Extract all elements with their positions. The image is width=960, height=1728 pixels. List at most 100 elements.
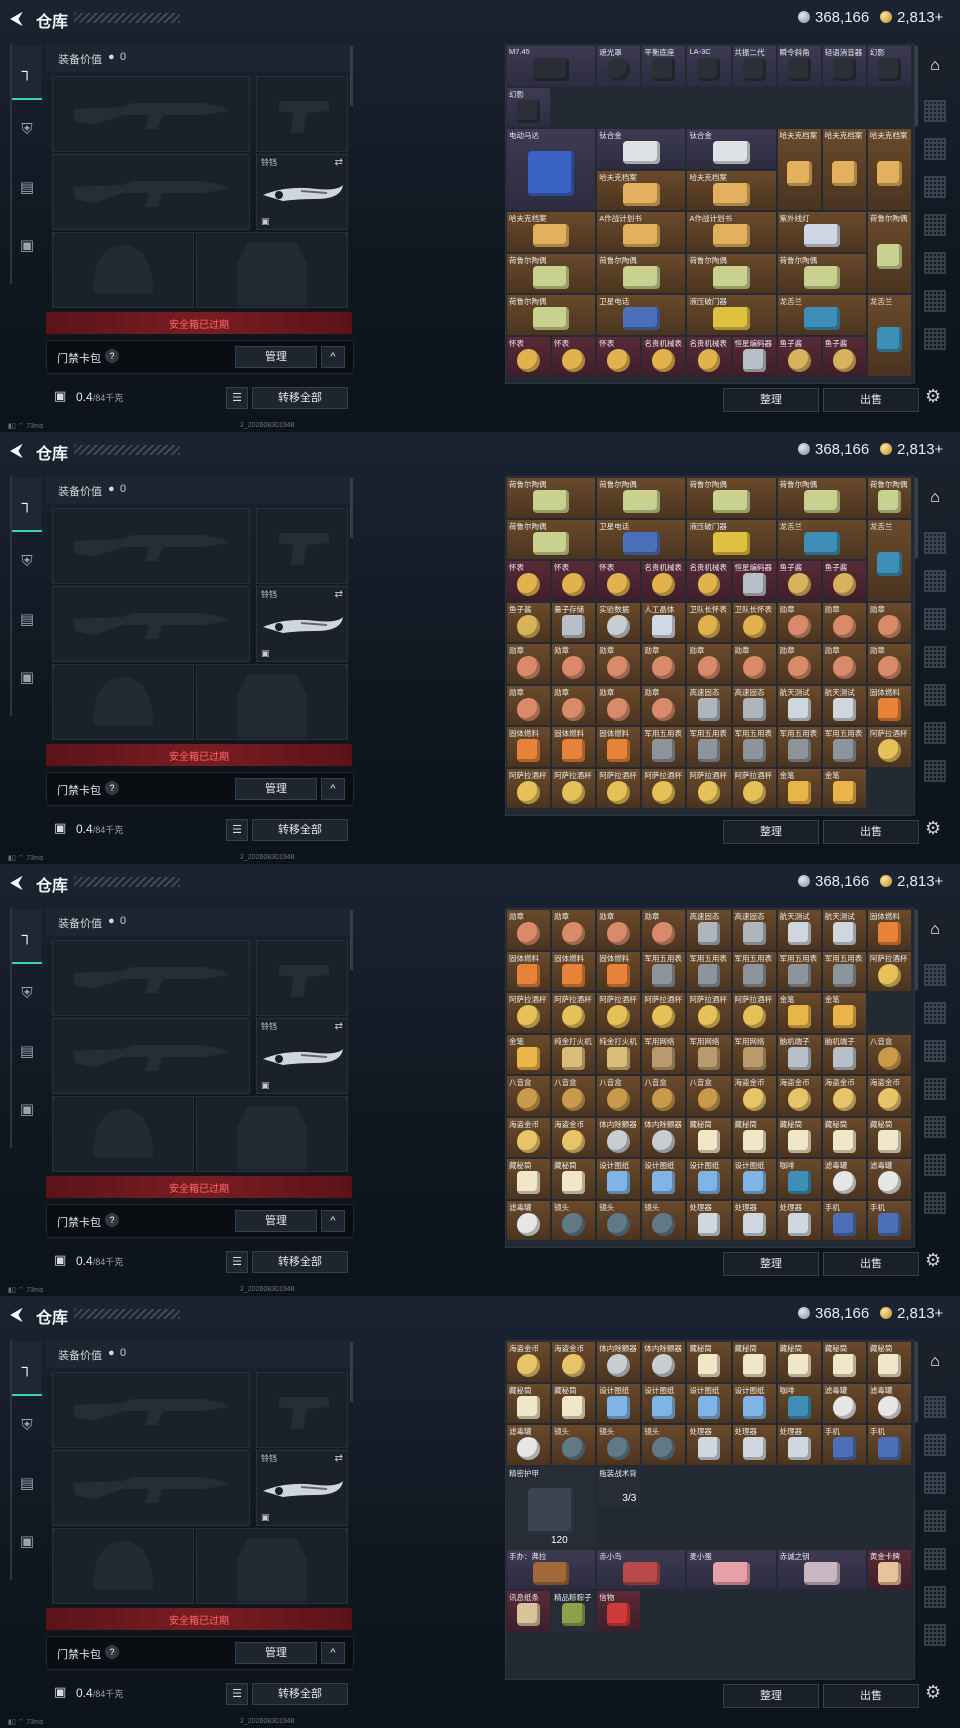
body-armor-slot[interactable]: [196, 664, 348, 740]
warehouse-item[interactable]: 勋章: [507, 910, 551, 950]
warehouse-item[interactable]: 哈夫克档案: [687, 170, 776, 210]
sell-button[interactable]: 出售: [823, 1252, 919, 1276]
warehouse-item[interactable]: 勋章: [507, 685, 551, 725]
warehouse-tab-qr-icon[interactable]: [924, 1040, 946, 1062]
help-icon[interactable]: ?: [105, 349, 119, 363]
backpack-icon[interactable]: ▤: [12, 1026, 42, 1078]
warehouse-tab-qr-icon[interactable]: [924, 1154, 946, 1176]
warehouse-item[interactable]: 瓶装战术背 3/3: [597, 1466, 641, 1506]
collapse-chevron-icon[interactable]: ^: [321, 778, 345, 800]
warehouse-item[interactable]: 龙舌兰: [867, 519, 911, 601]
body-armor-slot[interactable]: [196, 232, 348, 308]
warehouse-tab-qr-icon[interactable]: [924, 760, 946, 782]
warehouse-item[interactable]: 咖啡: [777, 1383, 821, 1423]
warehouse-item[interactable]: 设计图纸: [597, 1159, 641, 1199]
warehouse-item[interactable]: 哈夫克档案: [867, 129, 911, 210]
sort-button[interactable]: 整理: [723, 388, 819, 412]
warehouse-item[interactable]: 勋章: [552, 644, 596, 684]
warehouse-item[interactable]: 手办：弗拉: [507, 1549, 596, 1589]
warehouse-item[interactable]: 体内除颤器: [597, 1117, 641, 1157]
armor-vest-icon[interactable]: ⛨: [12, 536, 42, 588]
warehouse-item[interactable]: 勋章: [777, 644, 821, 684]
safe-box-expired-banner[interactable]: 安全箱已过期: [46, 1176, 352, 1198]
warehouse-item[interactable]: 高速固态: [732, 685, 776, 725]
warehouse-item[interactable]: 赤小鸟: [597, 1549, 686, 1589]
warehouse-item[interactable]: 金笔: [777, 993, 821, 1033]
warehouse-item[interactable]: 固体燃料: [552, 727, 596, 767]
warehouse-item[interactable]: 荷鲁尔陶偶: [687, 478, 776, 518]
armor-vest-icon[interactable]: ⛨: [12, 104, 42, 156]
warehouse-item[interactable]: 滤毒罐: [867, 1159, 911, 1199]
warehouse-item[interactable]: 军用五用表: [822, 951, 866, 991]
warehouse-item[interactable]: 怀表: [507, 561, 551, 601]
helmet-slot[interactable]: [52, 664, 194, 740]
warehouse-item[interactable]: 阿萨拉酒杯: [867, 727, 911, 767]
gold-plus[interactable]: +: [935, 873, 944, 890]
warehouse-item[interactable]: 金笔: [822, 768, 866, 808]
settings-gear-icon[interactable]: ⚙: [925, 818, 941, 839]
warehouse-item[interactable]: 设计图纸: [642, 1383, 686, 1423]
warehouse-item[interactable]: 幻影: [507, 87, 551, 127]
warehouse-item[interactable]: 龙舌兰: [777, 519, 866, 559]
warehouse-item[interactable]: 勋章: [687, 644, 731, 684]
warehouse-item[interactable]: 藏秘筒: [552, 1159, 596, 1199]
warehouse-item[interactable]: 镜头: [597, 1425, 641, 1465]
warehouse-item[interactable]: 镜头: [552, 1425, 596, 1465]
warehouse-item[interactable]: 海盗金币: [507, 1342, 551, 1382]
warehouse-tab-main[interactable]: ⌂: [918, 44, 952, 88]
sell-button[interactable]: 出售: [823, 1684, 919, 1708]
warehouse-item[interactable]: 阿萨拉酒杯: [552, 768, 596, 808]
warehouse-item[interactable]: 轻语消音器: [822, 46, 866, 86]
warehouse-item[interactable]: 名贵机械表: [687, 561, 731, 601]
warehouse-item[interactable]: 军用五用表: [687, 951, 731, 991]
warehouse-tab-qr-icon[interactable]: [924, 1192, 946, 1214]
warehouse-tab-qr-icon[interactable]: [924, 684, 946, 706]
transfer-all-button[interactable]: 转移全部: [252, 819, 348, 841]
warehouse-item[interactable]: 设计图纸: [732, 1159, 776, 1199]
warehouse-tab-qr-icon[interactable]: [924, 1586, 946, 1608]
briefcase-icon[interactable]: ▣: [12, 1084, 42, 1136]
warehouse-item[interactable]: 镜头: [552, 1200, 596, 1240]
warehouse-item[interactable]: 勋章: [867, 602, 911, 642]
warehouse-item[interactable]: 共振二代: [732, 46, 776, 86]
warehouse-item[interactable]: 滤毒罐: [867, 1383, 911, 1423]
warehouse-item[interactable]: 滤毒罐: [507, 1200, 551, 1240]
warehouse-tab-qr-icon[interactable]: [924, 1472, 946, 1494]
warehouse-tab-qr-icon[interactable]: [924, 176, 946, 198]
warehouse-item[interactable]: 勋章: [597, 910, 641, 950]
warehouse-item[interactable]: 藏秘筒: [552, 1383, 596, 1423]
warehouse-item[interactable]: 阿萨拉酒杯: [642, 993, 686, 1033]
warehouse-item[interactable]: 麦小蛋: [687, 1549, 776, 1589]
warehouse-item[interactable]: 处理器: [732, 1200, 776, 1240]
warehouse-tab-main[interactable]: ⌂: [918, 476, 952, 520]
warehouse-tab-qr-icon[interactable]: [924, 138, 946, 160]
warehouse-item[interactable]: 阿萨拉酒杯: [597, 993, 641, 1033]
loadout-scrollbar[interactable]: [350, 1342, 353, 1402]
help-icon[interactable]: ?: [105, 1645, 119, 1659]
warehouse-item[interactable]: 阿萨拉酒杯: [732, 993, 776, 1033]
pistol-slot[interactable]: [256, 1372, 348, 1448]
warehouse-item[interactable]: 高速固态: [732, 910, 776, 950]
loadout-scrollbar[interactable]: [350, 46, 353, 106]
secondary-weapon-slot[interactable]: [52, 1018, 250, 1094]
secondary-weapon-slot[interactable]: [52, 1450, 250, 1526]
warehouse-item[interactable]: 鱼子酱: [777, 561, 821, 601]
collapse-chevron-icon[interactable]: ^: [321, 1210, 345, 1232]
warehouse-item[interactable]: 军用网络: [687, 1034, 731, 1074]
warehouse-item[interactable]: 荷鲁尔陶偶: [507, 295, 596, 335]
warehouse-item[interactable]: 哈夫克档案: [597, 170, 686, 210]
warehouse-item[interactable]: 海盗金币: [867, 1076, 911, 1116]
pistol-slot[interactable]: [256, 76, 348, 152]
warehouse-item[interactable]: 人工晶体: [642, 602, 686, 642]
warehouse-item[interactable]: 卫星电话: [597, 295, 686, 335]
warehouse-item[interactable]: 处理器: [687, 1425, 731, 1465]
warehouse-item[interactable]: 黄金卡牌: [867, 1549, 911, 1589]
warehouse-item[interactable]: 藏秘筒: [867, 1342, 911, 1382]
warehouse-tab-qr-icon[interactable]: [924, 1548, 946, 1570]
list-icon[interactable]: ☰: [226, 819, 248, 841]
warehouse-item[interactable]: 实验数据: [597, 602, 641, 642]
warehouse-item[interactable]: 固体燃料: [507, 727, 551, 767]
warehouse-item[interactable]: 高速固态: [687, 910, 731, 950]
safe-box-expired-banner[interactable]: 安全箱已过期: [46, 744, 352, 766]
warehouse-item[interactable]: 纯金打火机: [552, 1034, 596, 1074]
